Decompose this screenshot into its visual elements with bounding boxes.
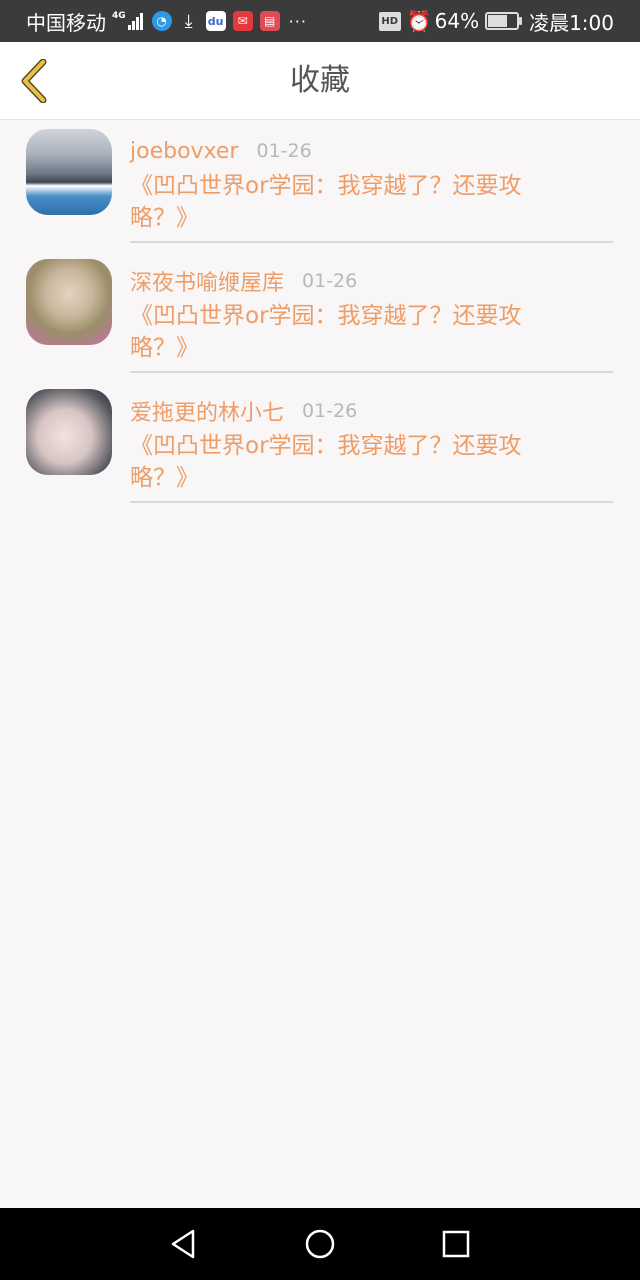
system-nav-bar (0, 1208, 640, 1280)
battery-percent: 64% (434, 9, 480, 33)
more-notifications: ··· (288, 11, 307, 31)
battery-icon (485, 12, 523, 30)
download-icon: ⤓ (184, 10, 193, 32)
username[interactable]: 爱拖更的林小七 (130, 395, 284, 427)
status-left: 中国移动 4G ◔ ⤓ du ✉ ▤ ··· (26, 0, 307, 42)
hd-icon: HD (378, 11, 401, 31)
carrier-name: 中国移动 (26, 10, 106, 35)
alarm-icon: ⏰ (406, 9, 432, 33)
favorite-item[interactable]: 深夜书喻缏屋库 01-26 《凹凸世界or学园：我穿越了？还要攻略？》 (0, 250, 640, 380)
nav-back-button[interactable] (163, 1224, 203, 1264)
nav-recent-button[interactable] (436, 1224, 476, 1264)
post-title[interactable]: 《凹凸世界or学园：我穿越了？还要攻略？》 (130, 170, 560, 234)
post-title[interactable]: 《凹凸世界or学园：我穿越了？还要攻略？》 (130, 430, 560, 494)
favorite-content[interactable]: 爱拖更的林小七 01-26 《凹凸世界or学园：我穿越了？还要攻略？》 (130, 394, 613, 503)
post-date: 01-26 (302, 400, 358, 422)
home-circle-icon (305, 1229, 335, 1259)
signal-icon: 4G (112, 12, 144, 30)
status-bar: 中国移动 4G ◔ ⤓ du ✉ ▤ ··· HD ⏰ 64% 凌晨1:00 (0, 0, 640, 42)
avatar[interactable] (26, 129, 112, 215)
recent-square-icon (442, 1230, 470, 1258)
status-time: 凌晨1:00 (529, 10, 614, 35)
back-button[interactable] (12, 56, 56, 106)
status-right: HD ⏰ 64% 凌晨1:00 (378, 0, 614, 42)
favorite-item[interactable]: 爱拖更的林小七 01-26 《凹凸世界or学园：我穿越了？还要攻略？》 (0, 380, 640, 510)
page-title: 收藏 (290, 63, 350, 98)
favorite-item[interactable]: joebovxer 01-26 《凹凸世界or学园：我穿越了？还要攻略？》 (0, 120, 640, 250)
nav-home-button[interactable] (300, 1224, 340, 1264)
reader-icon: ▤ (259, 11, 280, 31)
avatar[interactable] (26, 389, 112, 475)
favorite-content[interactable]: 深夜书喻缏屋库 01-26 《凹凸世界or学园：我穿越了？还要攻略？》 (130, 264, 613, 373)
username[interactable]: 深夜书喻缏屋库 (130, 265, 284, 297)
avatar[interactable] (26, 259, 112, 345)
post-title[interactable]: 《凹凸世界or学园：我穿越了？还要攻略？》 (130, 300, 560, 364)
favorite-content[interactable]: joebovxer 01-26 《凹凸世界or学园：我穿越了？还要攻略？》 (130, 134, 613, 243)
favorite-meta: joebovxer 01-26 (130, 134, 613, 168)
favorites-list: joebovxer 01-26 《凹凸世界or学园：我穿越了？还要攻略？》 深夜… (0, 120, 640, 510)
baidu-icon: du (205, 11, 226, 31)
post-date: 01-26 (256, 140, 312, 162)
favorite-meta: 深夜书喻缏屋库 01-26 (130, 264, 613, 298)
back-triangle-icon (171, 1229, 195, 1259)
favorite-meta: 爱拖更的林小七 01-26 (130, 394, 613, 428)
mail-icon: ✉ (232, 11, 253, 31)
chevron-left-icon (21, 59, 47, 103)
browser-icon: ◔ (151, 11, 172, 31)
network-type: 4G (112, 11, 126, 21)
username[interactable]: joebovxer (130, 139, 238, 164)
post-date: 01-26 (302, 270, 358, 292)
app-header: 收藏 (0, 42, 640, 120)
